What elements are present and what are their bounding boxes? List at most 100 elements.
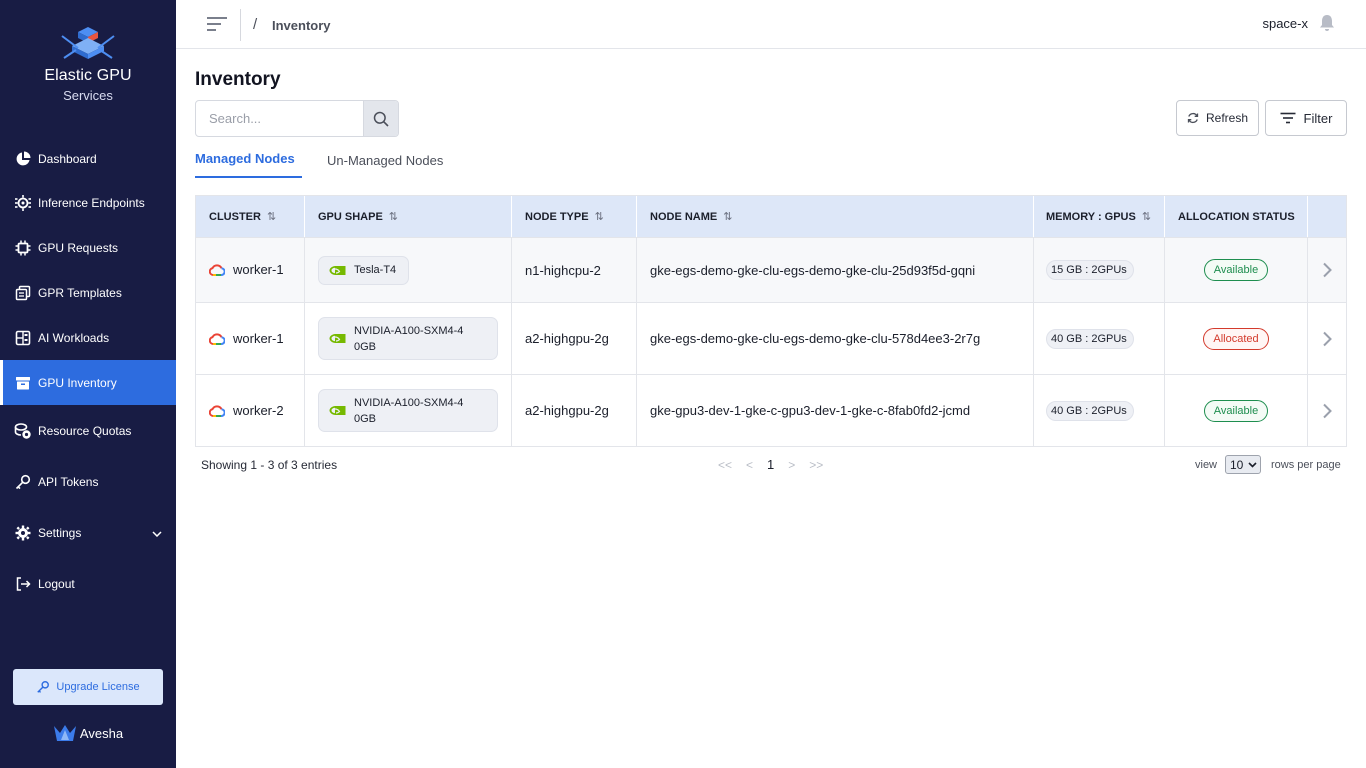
table-row[interactable]: worker-1 NVIDIA-A100-SXM4-40GB a2-highgp…	[196, 302, 1346, 374]
user-name[interactable]: space-x	[1262, 16, 1308, 31]
sidebar-item-gpu-inventory[interactable]: GPU Inventory	[0, 360, 176, 405]
sidebar-item-label: GPU Requests	[38, 241, 119, 255]
status-badge: Allocated	[1203, 327, 1269, 350]
menu-toggle-icon[interactable]	[206, 15, 228, 33]
templates-icon	[14, 284, 32, 302]
cube-stack-icon	[61, 27, 115, 59]
sidebar-item-label: Inference Endpoints	[38, 196, 145, 210]
sidebar-item-settings[interactable]: Settings	[0, 513, 176, 553]
chevron-right-icon	[1323, 403, 1332, 418]
sidebar-item-logout[interactable]: Logout	[0, 564, 176, 604]
memory-gpus-cell: 40 GB : 2GPUs	[1034, 303, 1165, 374]
sidebar-item-ai-workloads[interactable]: AI Workloads	[0, 318, 176, 358]
sidebar-item-label: Resource Quotas	[38, 424, 132, 438]
breadcrumb: Inventory	[272, 18, 331, 33]
table-header: CLUSTER ⇅ GPU SHAPE ⇅ NODE TYPE ⇅ NODE NAME…	[196, 196, 1346, 237]
sort-icon[interactable]: ⇅	[723, 210, 732, 223]
sidebar-item-inference-endpoints[interactable]: Inference Endpoints	[0, 183, 176, 223]
pie-chart-icon	[14, 150, 32, 168]
bell-icon[interactable]	[1319, 14, 1335, 37]
sidebar: Elastic GPU Services Dashboard Inference…	[0, 0, 176, 768]
sidebar-item-gpr-templates[interactable]: GPR Templates	[0, 273, 176, 313]
gpu-shape-cell: NVIDIA-A100-SXM4-40GB	[305, 375, 512, 446]
row-expand-button[interactable]	[1308, 238, 1346, 302]
column-label: NODE TYPE	[525, 210, 589, 223]
gpu-shape-label: NVIDIA-A100-SXM4-40GB	[354, 396, 464, 425]
node-name: gke-egs-demo-gke-clu-egs-demo-gke-clu-57…	[650, 331, 981, 346]
column-header-cluster[interactable]: CLUSTER ⇅	[196, 196, 305, 237]
row-expand-button[interactable]	[1308, 303, 1346, 374]
refresh-icon	[1187, 112, 1199, 124]
view-label: view	[1195, 459, 1218, 471]
search-button[interactable]	[363, 101, 398, 136]
brand-title: Elastic GPU	[44, 67, 132, 84]
refresh-button[interactable]: Refresh	[1176, 100, 1259, 136]
google-cloud-icon	[209, 404, 225, 417]
memory-gpus-cell: 40 GB : 2GPUs	[1034, 375, 1165, 446]
gpu-shape-chip: Tesla-T4	[318, 255, 410, 285]
node-type-cell: a2-highgpu-2g	[512, 303, 637, 374]
search-input[interactable]	[196, 101, 364, 136]
showing-entries: Showing 1 - 3 of 3 entries	[201, 458, 338, 472]
column-label: CLUSTER	[209, 210, 261, 223]
gpu-shape-chip: NVIDIA-A100-SXM4-40GB	[318, 317, 498, 360]
allocation-status-cell: Allocated	[1165, 303, 1308, 374]
search-box	[195, 100, 399, 137]
column-header-memory-gpus[interactable]: MEMORY : GPUS ⇅	[1034, 196, 1165, 237]
row-expand-button[interactable]	[1308, 375, 1346, 446]
table-row[interactable]: worker-1 Tesla-T4 n1-highcpu-2 gke-egs-d…	[196, 237, 1346, 302]
chevron-right-icon	[1323, 262, 1332, 278]
rows-per-page-label: rows per page	[1271, 459, 1341, 471]
google-cloud-icon	[209, 264, 225, 276]
node-type: a2-highgpu-2g	[525, 403, 609, 418]
key-icon	[37, 681, 50, 693]
gpu-shape-chip: NVIDIA-A100-SXM4-40GB	[318, 389, 498, 432]
column-header-gpu-shape[interactable]: GPU SHAPE ⇅	[305, 196, 512, 237]
sort-icon[interactable]: ⇅	[1142, 210, 1151, 223]
workloads-icon	[14, 329, 32, 347]
sidebar-item-gpu-requests[interactable]: GPU Requests	[0, 228, 176, 268]
gpu-shape-label: Tesla-T4	[354, 264, 397, 276]
column-header-node-name[interactable]: NODE NAME ⇅	[637, 196, 1034, 237]
sidebar-item-label: Dashboard	[38, 152, 97, 166]
key-icon	[14, 473, 32, 491]
memory-gpus-cell: 15 GB : 2GPUs	[1034, 238, 1165, 302]
next-page-button[interactable]: >	[788, 458, 795, 472]
top-bar: / Inventory space-x	[176, 0, 1366, 49]
node-name-cell: gke-egs-demo-gke-clu-egs-demo-gke-clu-57…	[637, 303, 1034, 374]
cluster-name: worker-1	[233, 262, 284, 277]
column-label: NODE NAME	[650, 210, 718, 223]
cluster-name: worker-1	[233, 330, 284, 346]
sidebar-item-api-tokens[interactable]: API Tokens	[0, 462, 176, 502]
allocation-status-cell: Available	[1165, 238, 1308, 302]
tab-managed-nodes[interactable]: Managed Nodes	[195, 151, 295, 166]
brand-subtitle: Services	[63, 88, 113, 103]
node-name-cell: gke-gpu3-dev-1-gke-c-gpu3-dev-1-gke-c-8f…	[637, 375, 1034, 446]
avesha-text: Avesha	[79, 725, 124, 741]
column-label: MEMORY : GPUS	[1046, 210, 1136, 223]
column-header-node-type[interactable]: NODE TYPE ⇅	[512, 196, 637, 237]
filter-button[interactable]: Filter	[1265, 100, 1347, 136]
first-page-button[interactable]: <<	[718, 458, 732, 472]
memory-gpus-chip: 15 GB : 2GPUs	[1046, 260, 1134, 280]
last-page-button[interactable]: >>	[809, 458, 823, 472]
tab-unmanaged-nodes[interactable]: Un-Managed Nodes	[327, 153, 443, 168]
memory-gpus-chip: 40 GB : 2GPUs	[1046, 328, 1134, 349]
table-row[interactable]: worker-2 NVIDIA-A100-SXM4-40GB a2-highgp…	[196, 374, 1346, 446]
rows-per-page-value: 10	[1230, 457, 1244, 472]
sort-icon[interactable]: ⇅	[267, 210, 276, 223]
avesha-crown-icon	[53, 725, 76, 741]
inventory-table: CLUSTER ⇅ GPU SHAPE ⇅ NODE TYPE ⇅ NODE NAME…	[195, 195, 1347, 447]
sort-icon[interactable]: ⇅	[595, 210, 604, 223]
sidebar-item-label: Settings	[38, 526, 82, 540]
sort-icon[interactable]: ⇅	[389, 210, 398, 223]
prev-page-button[interactable]: <	[746, 458, 753, 472]
rows-per-page-select[interactable]: 10	[1225, 455, 1261, 474]
filter-label: Filter	[1303, 110, 1333, 126]
current-page[interactable]: 1	[767, 457, 774, 472]
brand: Elastic GPU Services	[0, 24, 176, 103]
upgrade-license-button[interactable]: Upgrade License	[13, 669, 163, 705]
breadcrumb-separator: /	[253, 16, 258, 33]
sidebar-item-resource-quotas[interactable]: Resource Quotas	[0, 411, 176, 451]
sidebar-item-dashboard[interactable]: Dashboard	[0, 139, 176, 179]
